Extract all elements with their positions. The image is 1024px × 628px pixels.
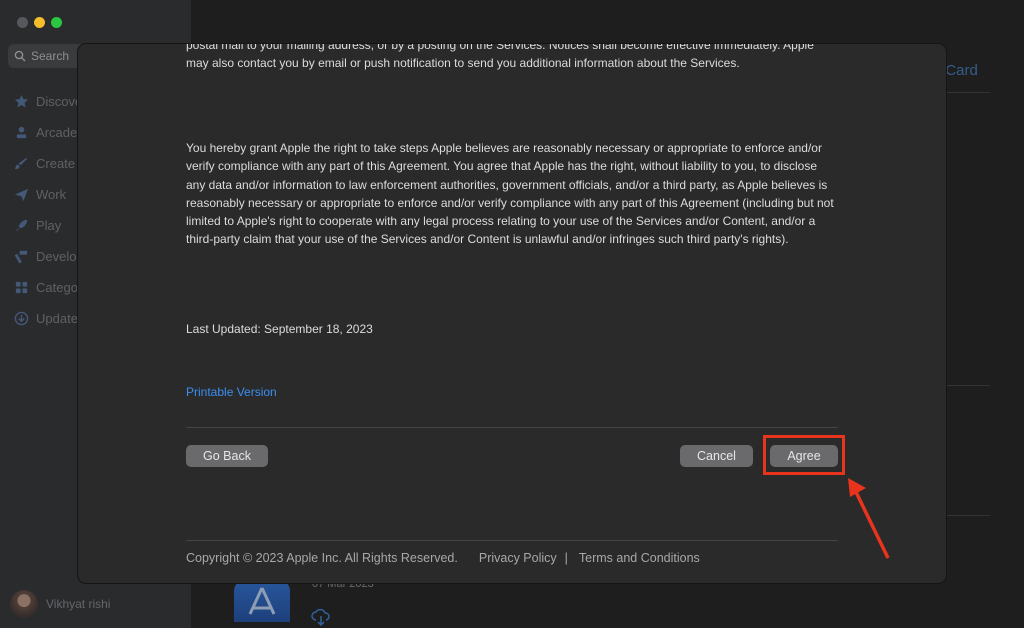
sidebar-item-label: Play: [36, 218, 62, 233]
go-back-button[interactable]: Go Back: [186, 445, 268, 467]
star-icon: [14, 94, 29, 108]
footer-separator: |: [564, 551, 568, 565]
user-account[interactable]: Vikhyat rishi: [0, 580, 190, 628]
terms-paragraph: You hereby grant Apple the right to take…: [186, 141, 834, 247]
agree-highlight-box: [763, 435, 845, 475]
window-controls: [17, 17, 62, 28]
annotation-arrow-icon: [848, 478, 890, 559]
copyright-text: Copyright © 2023 Apple Inc. All Rights R…: [186, 551, 458, 565]
zoom-window-button[interactable]: [51, 17, 62, 28]
search-icon: [14, 50, 26, 62]
terms-dialog: postal mail to your mailing address, or …: [78, 44, 946, 583]
sidebar-item-label: Create: [36, 156, 76, 171]
sidebar-item-label: Arcade: [36, 125, 78, 140]
cancel-button[interactable]: Cancel: [680, 445, 753, 467]
close-window-button[interactable]: [17, 17, 28, 28]
rocket-icon: [15, 219, 28, 232]
privacy-policy-link[interactable]: Privacy Policy: [479, 551, 557, 565]
last-updated-text: Last Updated: September 18, 2023: [186, 322, 373, 336]
sidebar-item-label: Work: [36, 187, 67, 202]
user-name: Vikhyat rishi: [46, 597, 111, 611]
grid-icon: [15, 281, 28, 294]
printable-version-link[interactable]: Printable Version: [186, 383, 277, 401]
avatar: [10, 590, 38, 618]
hammer-icon: [14, 250, 28, 264]
paperplane-icon: [14, 188, 29, 202]
cloud-download-icon: [311, 608, 330, 626]
sidebar-item-label: Develop: [36, 249, 84, 264]
terms-paragraph: postal mail to your mailing address, or …: [186, 44, 814, 71]
brush-icon: [14, 157, 28, 170]
app-store-icon: [234, 580, 290, 622]
divider: [186, 540, 838, 541]
minimize-window-button[interactable]: [34, 17, 45, 28]
divider: [186, 427, 838, 428]
download-arrow-icon: [14, 311, 29, 326]
search-placeholder: Search: [31, 49, 70, 63]
footer: Copyright © 2023 Apple Inc. All Rights R…: [186, 551, 700, 565]
terms-and-conditions-link[interactable]: Terms and Conditions: [579, 551, 700, 565]
joystick-icon: [16, 126, 27, 139]
